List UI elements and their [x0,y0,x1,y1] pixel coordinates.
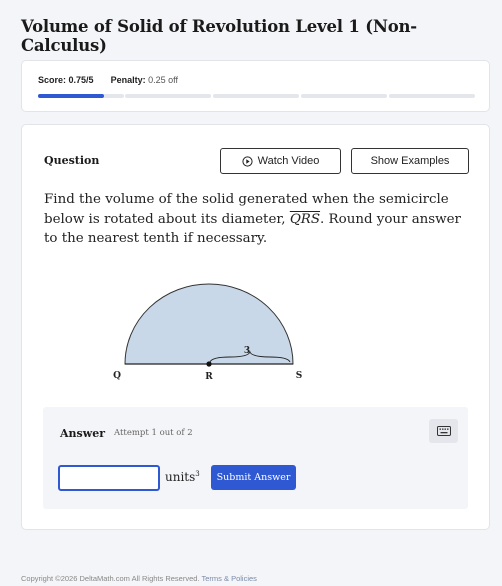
progress-bar [38,94,475,99]
penalty-label: Penalty: [110,75,146,85]
score-line: Score: 0.75/5 Penalty: 0.25 off [38,75,178,85]
show-examples-label: Show Examples [370,155,450,167]
units-exponent: 3 [195,470,200,478]
point-r-label: R [205,372,213,382]
question-label: Question [44,154,100,167]
point-s-label: S [296,371,303,381]
semicircle [124,283,294,365]
semicircle-diagram: 3 Q R S [113,283,303,382]
score-card: Score: 0.75/5 Penalty: 0.25 off [21,60,490,112]
point-q-label: Q [113,371,121,381]
units-text: units [165,470,196,484]
page-title: Volume of Solid of Revolution Level 1 (N… [21,17,417,55]
progress-fill [38,94,104,98]
play-circle-icon [242,155,253,167]
keyboard-button[interactable] [429,419,458,443]
answer-input[interactable] [58,465,160,491]
radius-label: 3 [244,346,250,356]
question-card: Question Watch Video Show Examples Find … [21,124,490,530]
terms-link[interactable]: Terms & Policies [201,574,256,583]
units-label: units3 [165,470,200,484]
answer-label: Answer [60,427,105,440]
progress-segment [125,94,211,98]
progress-segment [389,94,475,98]
score-value: 0.75/5 [68,75,94,85]
watch-video-button[interactable]: Watch Video [220,148,341,174]
submit-answer-button[interactable]: Submit Answer [211,465,296,490]
progress-segment [213,94,299,98]
show-examples-button[interactable]: Show Examples [351,148,469,174]
attempt-counter: Attempt 1 out of 2 [114,428,193,438]
segment-name: QRS [289,211,321,227]
keyboard-icon [436,426,451,436]
footer: Copyright ©2026 DeltaMath.com All Rights… [21,574,257,583]
answer-panel: Answer Attempt 1 out of 2 units3 Submit … [43,407,468,509]
question-prompt: Find the volume of the solid generated w… [44,190,474,249]
progress-segment [301,94,387,98]
penalty-value: 0.25 off [148,75,178,85]
center-point [206,361,212,367]
watch-video-label: Watch Video [257,155,320,167]
copyright-text: Copyright ©2026 DeltaMath.com All Rights… [21,574,200,583]
score-label: Score: [38,75,67,85]
